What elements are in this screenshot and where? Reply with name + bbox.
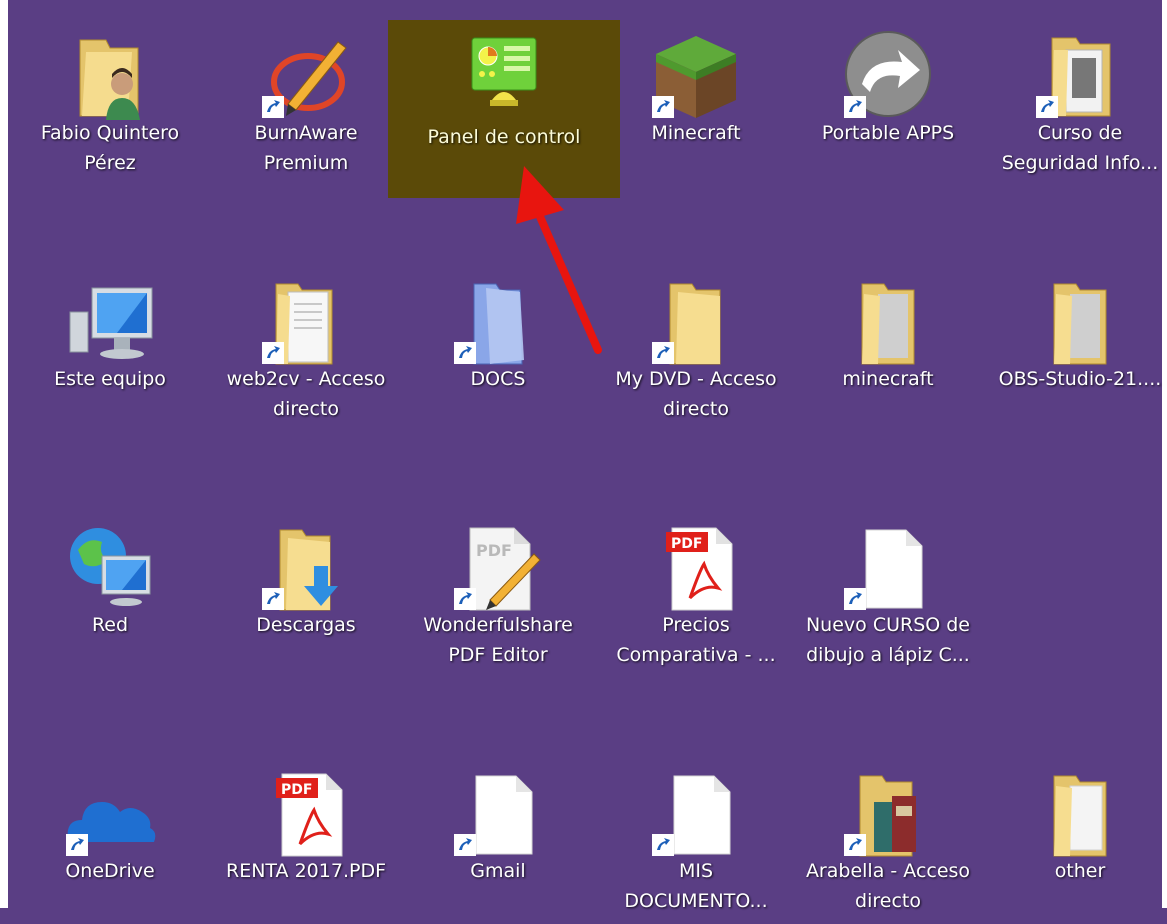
icon-label: Red bbox=[91, 614, 129, 636]
desktop-icon-onedrive[interactable]: OneDrive bbox=[16, 748, 204, 924]
folder-icon bbox=[648, 274, 744, 370]
network-icon bbox=[62, 520, 158, 616]
desktop-icon-burnaware[interactable]: BurnAware Premium bbox=[212, 10, 400, 186]
desktop-icon-curso-seguridad[interactable]: Curso de Seguridad Info... bbox=[986, 10, 1167, 186]
icon-label: Descargas bbox=[256, 614, 356, 636]
desktop-icon-other[interactable]: other bbox=[986, 748, 1167, 924]
folder-icon bbox=[1032, 274, 1128, 370]
icon-label: RENTA 2017.PDF bbox=[226, 860, 386, 882]
icon-label: web2cv - Acceso directo bbox=[226, 368, 386, 420]
desktop-icon-minecraft-folder[interactable]: minecraft bbox=[794, 256, 982, 432]
desktop-icon-precios[interactable]: PDF Precios Comparativa - ... bbox=[602, 502, 790, 678]
desktop-icon-panel-de-control[interactable]: Panel de control bbox=[388, 20, 620, 198]
icon-label: minecraft bbox=[842, 368, 934, 390]
icon-label: Wonderfulshare PDF Editor bbox=[423, 614, 573, 666]
desktop-icon-fabio-quintero[interactable]: Fabio Quintero Pérez bbox=[16, 10, 204, 186]
icon-label: Portable APPS bbox=[821, 122, 955, 144]
minecraft-icon bbox=[648, 28, 744, 124]
icon-label: Fabio Quintero Pérez bbox=[40, 122, 180, 174]
icon-label: OneDrive bbox=[65, 860, 155, 882]
svg-text:PDF: PDF bbox=[281, 782, 312, 798]
desktop-icon-renta-2017[interactable]: PDF RENTA 2017.PDF bbox=[212, 748, 400, 924]
icon-label: other bbox=[1054, 860, 1106, 882]
desktop-icon-web2cv[interactable]: web2cv - Acceso directo bbox=[212, 256, 400, 432]
desktop-icon-este-equipo[interactable]: Este equipo bbox=[16, 256, 204, 432]
desktop-icon-portable-apps[interactable]: Portable APPS bbox=[794, 10, 982, 186]
desktop-icon-arabella[interactable]: Arabella - Acceso directo bbox=[794, 748, 982, 924]
icon-label: Minecraft bbox=[651, 122, 741, 144]
user-folder-icon bbox=[62, 28, 158, 124]
icon-label: OBS-Studio-21.... bbox=[998, 368, 1162, 390]
desktop-icon-my-dvd[interactable]: My DVD - Acceso directo bbox=[602, 256, 790, 432]
this-pc-icon bbox=[62, 274, 158, 370]
burnaware-icon bbox=[258, 28, 354, 124]
pdf-file-icon: PDF bbox=[648, 520, 744, 616]
svg-text:PDF: PDF bbox=[671, 536, 702, 552]
pdf-file-icon: PDF bbox=[258, 766, 354, 862]
icon-label: DOCS bbox=[470, 368, 526, 390]
blank-file-icon bbox=[450, 766, 546, 862]
svg-text:PDF: PDF bbox=[476, 541, 512, 560]
icon-label: Gmail bbox=[470, 860, 526, 882]
icon-label: Este equipo bbox=[54, 368, 166, 390]
desktop-icon-nuevo-curso[interactable]: Nuevo CURSO de dibujo a lápiz C... bbox=[794, 502, 982, 678]
icon-label: MIS DOCUMENTO... bbox=[624, 860, 768, 912]
desktop-icon-wonderfulshare[interactable]: PDF Wonderfulshare PDF Editor bbox=[404, 502, 592, 678]
desktop-icon-minecraft[interactable]: Minecraft bbox=[602, 10, 790, 186]
desktop-icon-mis-documentos[interactable]: MIS DOCUMENTO... bbox=[602, 748, 790, 924]
folder-icon bbox=[840, 274, 936, 370]
icon-label: Precios Comparativa - ... bbox=[616, 614, 776, 666]
pdf-editor-icon: PDF bbox=[450, 520, 546, 616]
book-folder-icon bbox=[840, 766, 936, 862]
docs-folder-icon bbox=[450, 274, 546, 370]
desktop[interactable]: Fabio Quintero Pérez BurnAware Premium P… bbox=[0, 0, 1167, 912]
onedrive-icon bbox=[62, 766, 158, 862]
icon-label: Arabella - Acceso directo bbox=[805, 860, 971, 912]
blank-file-icon bbox=[840, 520, 936, 616]
blank-file-icon bbox=[648, 766, 744, 862]
icon-label: Panel de control bbox=[427, 126, 581, 148]
document-folder-icon bbox=[258, 274, 354, 370]
portable-apps-icon bbox=[840, 28, 936, 124]
desktop-icon-descargas[interactable]: Descargas bbox=[212, 502, 400, 678]
desktop-icon-gmail[interactable]: Gmail bbox=[404, 748, 592, 924]
icon-label: Nuevo CURSO de dibujo a lápiz C... bbox=[805, 614, 971, 666]
control-panel-icon bbox=[456, 28, 552, 124]
folder-icon bbox=[1032, 766, 1128, 862]
desktop-icon-red[interactable]: Red bbox=[16, 502, 204, 678]
icon-label: BurnAware Premium bbox=[254, 122, 358, 174]
downloads-folder-icon bbox=[258, 520, 354, 616]
icon-label: Curso de Seguridad Info... bbox=[1001, 122, 1159, 174]
desktop-icon-docs[interactable]: DOCS bbox=[404, 256, 592, 432]
desktop-icon-obs-studio[interactable]: OBS-Studio-21.... bbox=[986, 256, 1167, 432]
icon-label: My DVD - Acceso directo bbox=[615, 368, 777, 420]
document-folder-icon bbox=[1032, 28, 1128, 124]
